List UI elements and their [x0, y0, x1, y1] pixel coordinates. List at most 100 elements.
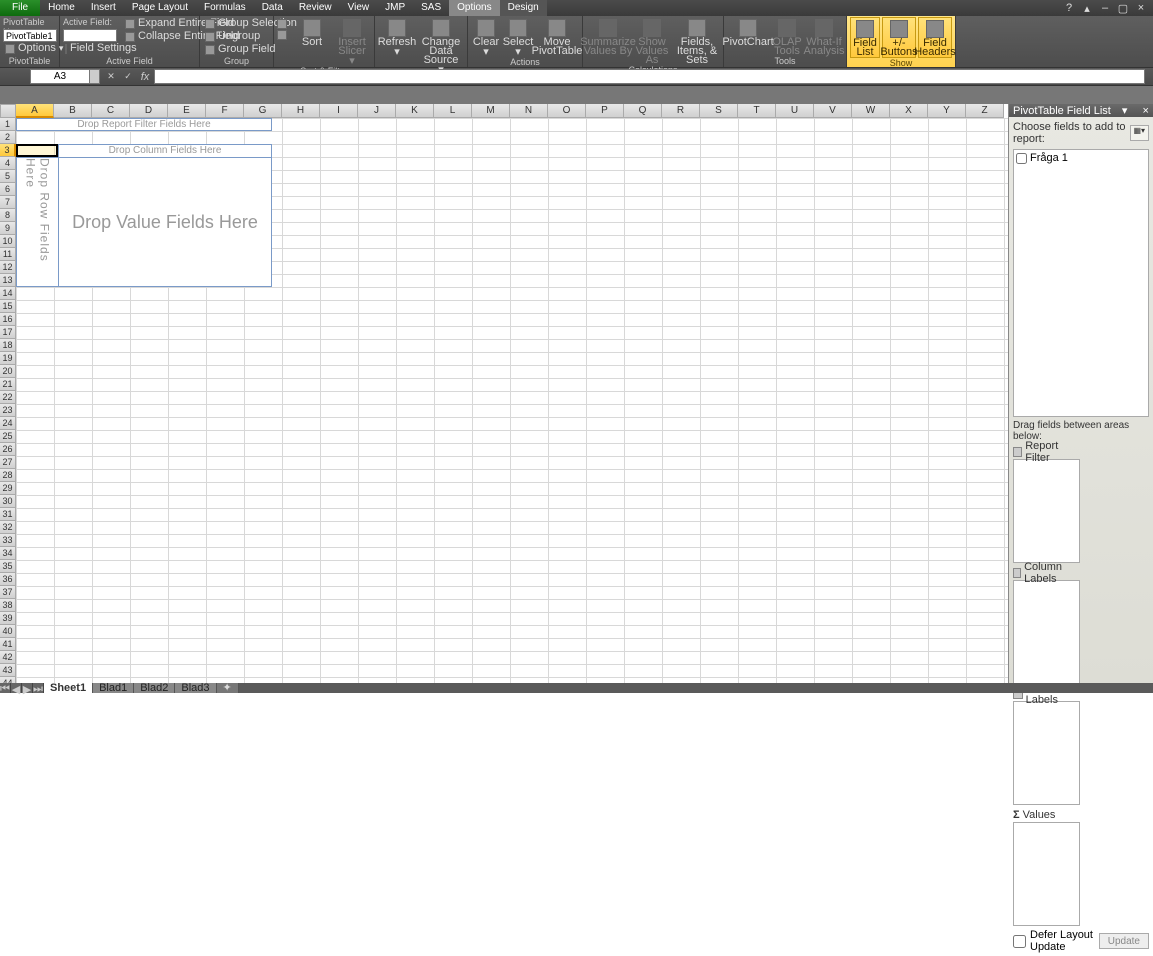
- sheet-tab-blad2[interactable]: Blad2: [134, 683, 175, 693]
- row-header-36[interactable]: 36: [0, 573, 16, 586]
- row-header-23[interactable]: 23: [0, 404, 16, 417]
- tab-design[interactable]: Design: [500, 0, 547, 16]
- fx-icon[interactable]: fx: [138, 70, 152, 84]
- tab-home[interactable]: Home: [40, 0, 83, 16]
- sheet-nav-first[interactable]: ⏮: [0, 683, 11, 693]
- active-cell[interactable]: [16, 144, 58, 157]
- defer-update-checkbox[interactable]: [1013, 935, 1026, 948]
- report-filter-area[interactable]: [1013, 459, 1080, 563]
- col-header-Y[interactable]: Y: [928, 104, 966, 118]
- row-header-13[interactable]: 13: [0, 274, 16, 287]
- col-header-D[interactable]: D: [130, 104, 168, 118]
- field-list-box[interactable]: Fråga 1: [1013, 149, 1149, 417]
- update-button[interactable]: Update: [1099, 933, 1149, 949]
- row-header-21[interactable]: 21: [0, 378, 16, 391]
- row-header-29[interactable]: 29: [0, 482, 16, 495]
- row-header-38[interactable]: 38: [0, 599, 16, 612]
- pivot-row-drop[interactable]: Drop Row Fields Here: [16, 157, 58, 287]
- col-header-J[interactable]: J: [358, 104, 396, 118]
- select-all-corner[interactable]: [0, 104, 16, 118]
- field-item[interactable]: Fråga 1: [1016, 152, 1146, 164]
- pivottable-name-input[interactable]: [3, 29, 57, 42]
- active-field-input[interactable]: [63, 29, 117, 42]
- minimize-icon[interactable]: –: [1099, 2, 1111, 15]
- row-header-5[interactable]: 5: [0, 170, 16, 183]
- row-header-1[interactable]: 1: [0, 118, 16, 131]
- spreadsheet-grid[interactable]: ABCDEFGHIJKLMNOPQRSTUVWXYZ 1234567891011…: [0, 104, 1008, 683]
- new-sheet-button[interactable]: ✦: [217, 683, 239, 693]
- row-header-41[interactable]: 41: [0, 638, 16, 651]
- col-header-N[interactable]: N: [510, 104, 548, 118]
- col-header-H[interactable]: H: [282, 104, 320, 118]
- row-header-22[interactable]: 22: [0, 391, 16, 404]
- enter-formula-icon[interactable]: ✓: [121, 70, 135, 84]
- tab-jmp[interactable]: JMP: [377, 0, 413, 16]
- summarize-values-button[interactable]: Summarize Values By: [586, 17, 630, 65]
- row-header-9[interactable]: 9: [0, 222, 16, 235]
- row-header-19[interactable]: 19: [0, 352, 16, 365]
- col-header-E[interactable]: E: [168, 104, 206, 118]
- tab-data[interactable]: Data: [254, 0, 291, 16]
- close-icon[interactable]: ×: [1135, 2, 1147, 15]
- col-header-U[interactable]: U: [776, 104, 814, 118]
- row-header-30[interactable]: 30: [0, 495, 16, 508]
- col-header-C[interactable]: C: [92, 104, 130, 118]
- row-header-40[interactable]: 40: [0, 625, 16, 638]
- col-header-R[interactable]: R: [662, 104, 700, 118]
- sheet-tab-sheet1[interactable]: Sheet1: [44, 683, 93, 693]
- select-button[interactable]: Select▾: [503, 17, 533, 57]
- name-box[interactable]: A3: [30, 69, 90, 84]
- col-header-P[interactable]: P: [586, 104, 624, 118]
- field-settings-button[interactable]: Field Settings: [63, 42, 121, 55]
- row-header-31[interactable]: 31: [0, 508, 16, 521]
- pivot-filter-drop[interactable]: Drop Report Filter Fields Here: [16, 118, 272, 131]
- cancel-formula-icon[interactable]: ✕: [104, 70, 118, 84]
- row-header-17[interactable]: 17: [0, 326, 16, 339]
- col-header-K[interactable]: K: [396, 104, 434, 118]
- refresh-button[interactable]: Refresh▾: [378, 17, 416, 75]
- col-header-X[interactable]: X: [890, 104, 928, 118]
- field-list-dropdown-icon[interactable]: ▾: [1122, 104, 1128, 117]
- tab-file[interactable]: File: [0, 0, 40, 16]
- field-checkbox[interactable]: [1016, 153, 1027, 164]
- field-list-layout-button[interactable]: ▦▾: [1130, 125, 1149, 141]
- tab-sas[interactable]: SAS: [413, 0, 449, 16]
- tab-page-layout[interactable]: Page Layout: [124, 0, 196, 16]
- pivot-column-drop[interactable]: Drop Column Fields Here: [58, 144, 272, 157]
- row-header-24[interactable]: 24: [0, 417, 16, 430]
- sheet-tab-blad3[interactable]: Blad3: [175, 683, 216, 693]
- tab-view[interactable]: View: [340, 0, 378, 16]
- field-list-button[interactable]: Field List: [850, 17, 880, 58]
- restore-icon[interactable]: ▢: [1117, 2, 1129, 15]
- fields-items-sets-button[interactable]: Fields, Items, & Sets: [674, 17, 720, 65]
- row-header-43[interactable]: 43: [0, 664, 16, 677]
- col-header-I[interactable]: I: [320, 104, 358, 118]
- row-header-16[interactable]: 16: [0, 313, 16, 326]
- row-header-27[interactable]: 27: [0, 456, 16, 469]
- row-header-4[interactable]: 4: [0, 157, 16, 170]
- values-area[interactable]: [1013, 822, 1080, 926]
- pivot-value-drop[interactable]: Drop Value Fields Here: [58, 157, 272, 287]
- sheet-tab-blad1[interactable]: Blad1: [93, 683, 134, 693]
- clear-button[interactable]: Clear▾: [471, 17, 501, 57]
- row-header-6[interactable]: 6: [0, 183, 16, 196]
- sort-az-icon[interactable]: [277, 19, 287, 29]
- tab-formulas[interactable]: Formulas: [196, 0, 254, 16]
- row-header-12[interactable]: 12: [0, 261, 16, 274]
- sheet-nav-prev[interactable]: ◀: [11, 683, 22, 693]
- field-list-close-icon[interactable]: ×: [1143, 105, 1149, 117]
- col-header-T[interactable]: T: [738, 104, 776, 118]
- row-labels-area[interactable]: [1013, 701, 1080, 805]
- sheet-nav-last[interactable]: ⏭: [33, 683, 44, 693]
- col-header-S[interactable]: S: [700, 104, 738, 118]
- row-header-10[interactable]: 10: [0, 235, 16, 248]
- col-header-Z[interactable]: Z: [966, 104, 1004, 118]
- row-header-28[interactable]: 28: [0, 469, 16, 482]
- row-header-33[interactable]: 33: [0, 534, 16, 547]
- tab-options[interactable]: Options: [449, 0, 499, 16]
- col-header-W[interactable]: W: [852, 104, 890, 118]
- olap-tools-button[interactable]: OLAP Tools: [771, 17, 803, 56]
- row-header-15[interactable]: 15: [0, 300, 16, 313]
- sort-za-icon[interactable]: [277, 30, 287, 40]
- plusminus-buttons-button[interactable]: +/- Buttons: [882, 17, 916, 58]
